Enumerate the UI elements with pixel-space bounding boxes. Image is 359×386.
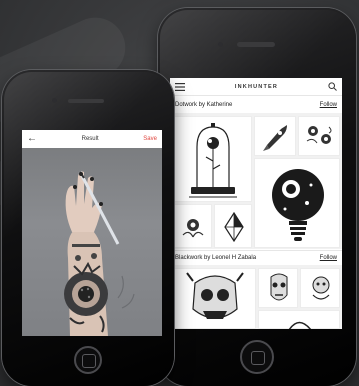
app-header: INKHUNTER (170, 78, 342, 96)
result-title: Result (81, 136, 99, 142)
front-phone: ← Result Save (2, 70, 174, 386)
back-phone: INKHUNTER Dotwork by Katherine Follow Bl… (158, 8, 356, 386)
tattoo-tile[interactable] (258, 268, 298, 308)
oni-mask-icon (186, 272, 244, 319)
home-button[interactable] (74, 346, 102, 374)
tattoo-tile[interactable] (258, 310, 340, 329)
crystal-icon (224, 211, 244, 243)
tattoo-preview-photo (22, 148, 162, 336)
light-bulb-icon (272, 169, 324, 241)
tattoo-tile[interactable] (300, 268, 340, 308)
tattoo-tile[interactable] (172, 116, 252, 202)
arrow-left-icon[interactable]: ← (27, 134, 37, 144)
hamburger-menu-icon[interactable] (175, 78, 185, 96)
follow-button[interactable]: Follow (320, 102, 337, 108)
tattoo-tile[interactable] (172, 204, 212, 248)
home-button[interactable] (240, 340, 274, 374)
section-header: Blackwork by Leonel H Zabala Follow (170, 250, 342, 264)
rocket-icon (263, 125, 287, 151)
tattoo-tile[interactable] (254, 116, 296, 156)
result-header: ← Result Save (22, 130, 162, 148)
tattoo-sketch-icon (288, 321, 312, 329)
flower-icon (306, 126, 332, 144)
back-phone-screen: INKHUNTER Dotwork by Katherine Follow Bl… (170, 78, 342, 329)
tattoo-tile[interactable] (254, 158, 340, 248)
mask-icon (270, 273, 288, 301)
app-brand: INKHUNTER (234, 83, 279, 90)
arm-tattoo-image (64, 171, 135, 336)
front-camera-icon (52, 98, 57, 103)
tattoo-tile[interactable] (214, 204, 252, 248)
save-button[interactable]: Save (143, 136, 157, 142)
tattoo-tile[interactable] (298, 116, 340, 156)
front-phone-screen: ← Result Save (22, 130, 162, 336)
bell-jar-rose-icon (189, 123, 237, 198)
speaker-grille (237, 42, 275, 47)
section-title: Dotwork by Katherine (175, 102, 233, 108)
tattoo-tile[interactable] (172, 268, 256, 329)
section-title: Blackwork by Leonel H Zabala (175, 254, 257, 261)
leaf-flower-icon (182, 219, 204, 238)
search-icon[interactable] (328, 78, 337, 96)
creature-icon (312, 276, 330, 300)
speaker-grille (68, 99, 104, 103)
section-header: Dotwork by Katherine Follow (170, 98, 342, 112)
front-camera-icon (218, 42, 223, 47)
follow-button[interactable]: Follow (320, 255, 337, 261)
